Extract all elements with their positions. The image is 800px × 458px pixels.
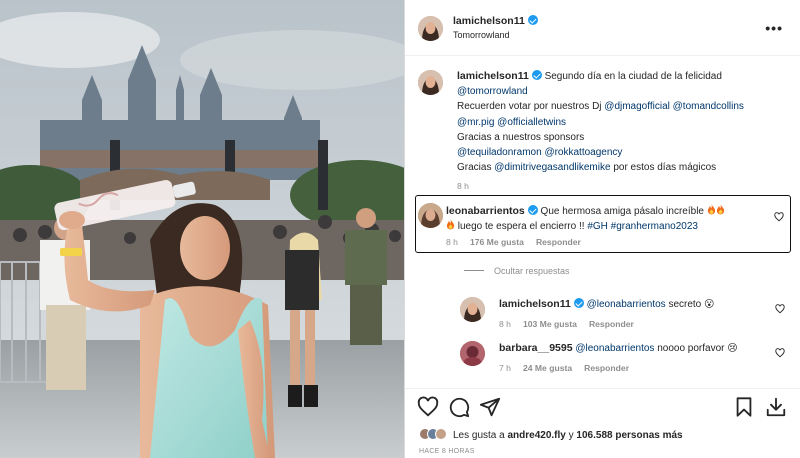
reply-meta: 7 h 24 Me gusta Responder	[499, 363, 629, 373]
instagram-post-viewer: lamichelson11 Tomorrowland ••• lamichels…	[0, 0, 800, 458]
comment-reply-button[interactable]: Responder	[536, 237, 581, 247]
reply-avatar[interactable]	[460, 297, 485, 322]
comment-time[interactable]: 8 h	[446, 237, 458, 247]
caption-text: Gracias	[457, 162, 495, 174]
avatar-image	[460, 297, 485, 322]
post-location[interactable]: Tomorrowland	[453, 30, 538, 40]
reply-text: noooo porfavor	[654, 343, 728, 354]
hashtag-link[interactable]: #granhermano2023	[611, 221, 698, 232]
hide-replies-label: Ocultar respuestas	[494, 266, 570, 276]
caption-text: Gracias a nuestros sponsors	[457, 131, 585, 143]
verified-icon	[573, 298, 584, 308]
likes-summary: Les gusta a andre420.fly y 106.588 perso…	[419, 428, 683, 441]
post-details-panel: lamichelson11 Tomorrowland ••• lamichels…	[404, 0, 800, 458]
mention-link[interactable]: @dimitrivegasandlikemike	[494, 162, 610, 173]
reply-reply-button[interactable]: Responder	[584, 363, 629, 373]
fire-emoji	[707, 204, 715, 215]
liker-avatar	[435, 428, 447, 440]
surprised-emoji: 😮	[704, 299, 715, 310]
heart-icon	[775, 304, 785, 314]
avatar-image	[418, 203, 443, 228]
fire-emoji	[716, 204, 724, 215]
post-caption: lamichelson11 Segundo día en la ciudad d…	[457, 69, 787, 195]
caption-text: Recuerden votar por nuestros Dj	[457, 101, 605, 113]
reply-body: lamichelson11 @leonabarrientos secreto 😮	[499, 297, 769, 312]
avatar-image	[418, 70, 443, 95]
save-button[interactable]	[733, 396, 755, 418]
likes-middle: y	[565, 430, 577, 441]
verified-icon	[527, 15, 538, 25]
reply-like-heart-icon[interactable]	[775, 348, 785, 358]
heart-icon	[417, 396, 439, 417]
mention-link[interactable]: @leonabarrientos	[587, 299, 666, 310]
caption-text: Segundo día en la ciudad de la felicidad	[541, 71, 722, 82]
mention-link[interactable]: @djmagofficial	[604, 101, 670, 112]
share-button[interactable]	[479, 396, 501, 418]
reply-time[interactable]: 7 h	[499, 363, 511, 373]
crying-emoji: 😢	[727, 343, 738, 354]
comment-username[interactable]: leonabarrientos	[446, 205, 525, 217]
download-button[interactable]	[765, 396, 787, 418]
mention-link[interactable]: @tomorrowland	[457, 86, 528, 97]
mention-link[interactable]: @officialletwins	[497, 117, 566, 128]
hide-replies-button[interactable]: Ocultar respuestas	[464, 266, 570, 276]
avatar-image	[418, 16, 443, 41]
reply-username[interactable]: barbara__9595	[499, 342, 573, 354]
share-icon	[479, 397, 501, 417]
comment-button[interactable]	[448, 396, 470, 418]
mention-link[interactable]: @tomandcollins	[673, 101, 744, 112]
mention-link[interactable]: @leonabarrientos	[575, 343, 654, 354]
mention-link[interactable]: @rokkattoagency	[544, 147, 622, 158]
reply-username[interactable]: lamichelson11	[499, 298, 571, 310]
reply-meta: 8 h 103 Me gusta Responder	[499, 319, 634, 329]
comment-meta: 8 h 176 Me gusta Responder	[446, 237, 581, 247]
comment-text: luego te espera el encierro !!	[455, 221, 588, 233]
reply-avatar[interactable]	[460, 341, 485, 366]
comment-body: leonabarrientos Que hermosa amiga pásalo…	[446, 204, 771, 234]
download-icon	[766, 397, 786, 417]
author-info: lamichelson11 Tomorrowland	[453, 15, 538, 40]
heart-icon	[775, 348, 785, 358]
caption-avatar[interactable]	[418, 70, 443, 95]
reply-reply-button[interactable]: Responder	[589, 319, 634, 329]
post-photo[interactable]	[0, 0, 404, 458]
mention-link[interactable]: @tequiladonramon	[457, 147, 542, 158]
avatar-image	[460, 341, 485, 366]
author-avatar[interactable]	[418, 16, 443, 41]
divider-line	[464, 270, 484, 271]
comment-likes[interactable]: 176 Me gusta	[470, 237, 524, 247]
post-timestamp[interactable]: HACE 8 HORAS	[419, 448, 475, 455]
reply-likes[interactable]: 103 Me gusta	[523, 319, 577, 329]
reply-likes[interactable]: 24 Me gusta	[523, 363, 572, 373]
likes-count[interactable]: 106.588 personas más	[576, 430, 682, 441]
reply-body: barbara__9595 @leonabarrientos noooo por…	[499, 341, 769, 356]
comment-like-heart-icon[interactable]	[774, 212, 784, 222]
verified-icon	[527, 205, 538, 215]
reply-time[interactable]: 8 h	[499, 319, 511, 329]
caption-username[interactable]: lamichelson11	[457, 70, 529, 82]
caption-time[interactable]: 8 h	[457, 179, 787, 194]
hashtag-link[interactable]: #GH	[587, 221, 608, 232]
comment-icon	[449, 397, 470, 418]
heart-icon	[774, 212, 784, 222]
action-bar	[405, 388, 800, 422]
festival-photo-illustration	[0, 0, 404, 458]
bookmark-icon	[736, 397, 752, 417]
reply-text: secreto	[665, 299, 705, 310]
mention-link[interactable]: @mr.pig	[457, 117, 494, 128]
caption-line-1: lamichelson11 Segundo día en la ciudad d…	[457, 69, 787, 84]
verified-icon	[531, 70, 542, 80]
liker-username[interactable]: andre420.fly	[507, 430, 565, 441]
fire-emoji	[446, 219, 455, 230]
comment-text: Que hermosa amiga pásalo increíble	[537, 206, 707, 217]
more-options-icon[interactable]: •••	[765, 20, 783, 36]
like-button[interactable]	[417, 396, 439, 418]
likes-prefix: Les gusta a	[453, 430, 508, 441]
commenter-avatar[interactable]	[418, 203, 443, 228]
author-username[interactable]: lamichelson11	[453, 15, 525, 27]
highlighted-comment: leonabarrientos Que hermosa amiga pásalo…	[415, 195, 791, 253]
caption-text: por estos días mágicos	[610, 162, 717, 174]
post-header: lamichelson11 Tomorrowland •••	[405, 0, 800, 56]
reply-like-heart-icon[interactable]	[775, 304, 785, 314]
